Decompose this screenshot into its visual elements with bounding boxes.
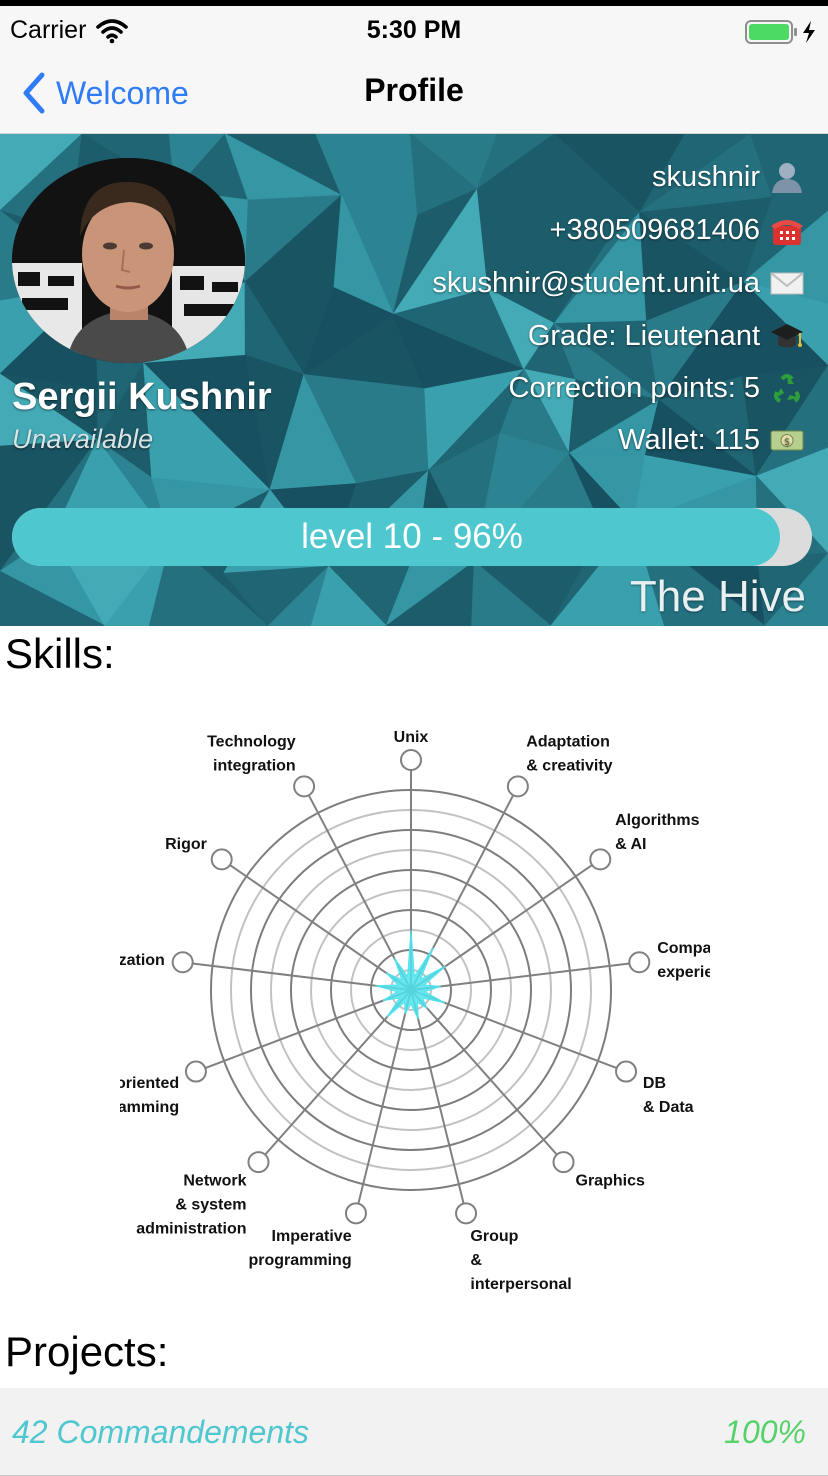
radar-axis-label: Technology integration	[207, 733, 296, 774]
clock: 5:30 PM	[366, 16, 462, 44]
user-full-name: Sergii Kushnir	[12, 376, 272, 418]
radar-axis-handle	[247, 1151, 270, 1174]
login-row: skushnir	[652, 158, 806, 196]
avatar	[12, 158, 245, 363]
skills-heading: Skills:	[5, 630, 115, 677]
project-name: 42 Commandements	[12, 1414, 310, 1450]
radar-axis-label: Group & interpersonal	[470, 1228, 571, 1293]
correction-points-text: Correction points: 5	[508, 371, 760, 404]
page-title: Profile	[364, 72, 464, 108]
radar-axis-handle	[552, 1151, 575, 1174]
radar-axis-handle	[455, 1202, 478, 1225]
radar-axis-label: Unix	[394, 729, 429, 746]
profile-header: Sergii Kushnir Unavailable skushnir +380…	[0, 134, 828, 626]
radar-axis-label: Adaptation & creativity	[526, 733, 612, 774]
correction-points-row: Correction points: 5	[509, 369, 806, 407]
radar-axis-label: Organization	[120, 952, 165, 969]
battery-charging-icon	[745, 20, 815, 44]
skills-radar-chart: Unix Adaptation & creativityAlgorithms & AI…	[120, 729, 710, 1293]
radar-axis-label: Imperative programming	[248, 1228, 351, 1269]
radar-axis-handle	[171, 951, 194, 974]
radar-axis-handle	[506, 775, 529, 798]
dollar-banknote-icon: $	[768, 421, 806, 459]
navigation-bar: Welcome Profile	[0, 56, 828, 134]
radar-axis-handle	[344, 1202, 367, 1225]
project-score: 100%	[724, 1414, 806, 1450]
phone-row: +380509681406	[550, 211, 806, 249]
svg-text:$: $	[784, 437, 790, 448]
radar-axis-label: Object-orientedprogramming	[120, 1075, 179, 1116]
graduation-cap-icon	[768, 317, 806, 355]
wallet-row: Wallet: 115 $	[618, 421, 806, 459]
radar-axis-handle	[400, 749, 422, 771]
radar-axis-handle	[628, 951, 651, 974]
grade-row: Grade: Lieutenant	[528, 317, 806, 355]
radar-axis-handle	[184, 1060, 207, 1083]
level-progress-bar: level 10 - 96%	[12, 508, 812, 566]
radar-axis-label: Algorithms & AI	[615, 812, 700, 853]
login-text: skushnir	[652, 160, 760, 193]
radar-axis-label: Companyexperience	[657, 940, 710, 981]
radar-axis-label: DB & Data	[643, 1075, 694, 1116]
radar-axis-handle	[210, 848, 233, 871]
email-text: skushnir@student.unit.ua	[432, 266, 760, 299]
cursus-name: The Hive	[629, 572, 806, 621]
phone-text: +380509681406	[549, 213, 760, 246]
radar-axis-handle	[615, 1060, 638, 1083]
email-row: skushnir@student.unit.ua	[432, 264, 806, 302]
radar-axis-label: Graphics	[576, 1173, 645, 1190]
wallet-text: Wallet: 115	[618, 423, 760, 456]
recycle-icon	[768, 369, 806, 407]
projects-heading: Projects:	[5, 1328, 169, 1375]
radar-axis-handle	[293, 775, 316, 798]
radar-spoke	[357, 989, 412, 1204]
radar-spoke	[410, 989, 465, 1204]
grade-text: Grade: Lieutenant	[527, 319, 760, 352]
radar-axis-label: Network & system administration	[136, 1173, 246, 1238]
telephone-icon	[768, 211, 806, 249]
radar-axis-label: Rigor	[165, 836, 207, 853]
envelope-icon	[768, 264, 806, 302]
radar-axis-handle	[589, 848, 612, 871]
user-icon	[768, 158, 806, 196]
availability-status: Unavailable	[12, 424, 154, 454]
radar-spoke	[410, 989, 558, 1156]
project-row[interactable]: 42 Commandements 100%	[0, 1388, 828, 1476]
status-bar: Carrier 5:30 PM	[0, 0, 828, 56]
level-progress-label: level 10 - 96%	[301, 517, 523, 556]
